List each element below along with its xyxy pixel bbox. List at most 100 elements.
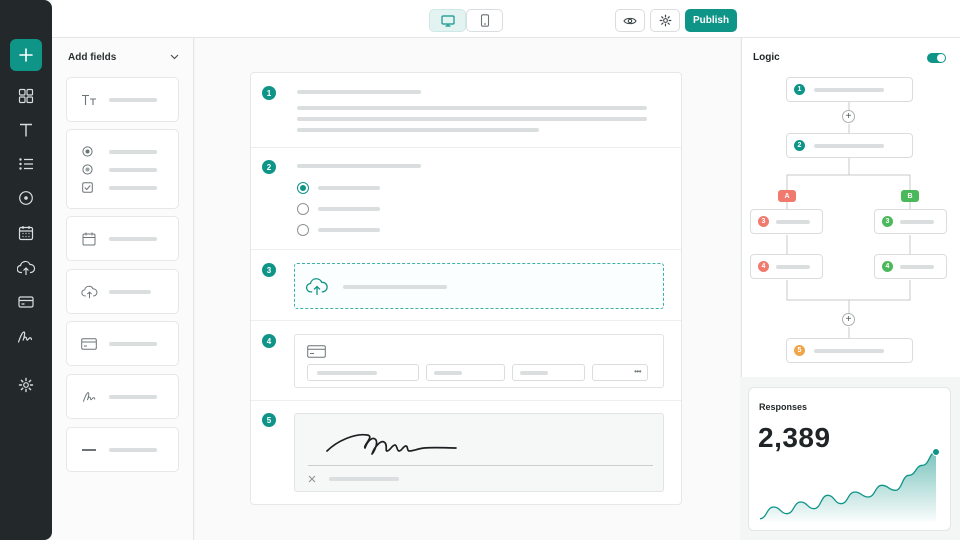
section-number: 1 <box>262 86 276 100</box>
logic-node-b4[interactable]: 4 <box>874 254 947 279</box>
node-number: 1 <box>794 84 805 95</box>
node-placeholder <box>814 349 884 353</box>
card-icon <box>18 296 34 308</box>
upload-icon <box>81 285 98 299</box>
card-number-input[interactable] <box>307 364 419 381</box>
field-text[interactable] <box>66 77 179 122</box>
sparkline-area <box>760 452 936 522</box>
rail-choice[interactable] <box>10 182 42 214</box>
field-date[interactable] <box>66 216 179 261</box>
settings-button[interactable] <box>650 9 680 32</box>
publish-button[interactable]: Publish <box>685 9 737 32</box>
field-divider[interactable] <box>66 427 179 472</box>
mobile-view-button[interactable] <box>466 9 503 32</box>
node-number: 3 <box>758 216 769 227</box>
field-choice[interactable] <box>66 129 179 209</box>
rail-date[interactable] <box>10 217 42 249</box>
logic-node-5[interactable]: 5 <box>786 338 913 363</box>
node-placeholder <box>814 88 884 92</box>
placeholder-line <box>109 237 157 241</box>
section-number: 2 <box>262 160 276 174</box>
section-number: 3 <box>262 263 276 277</box>
plus-icon <box>19 48 33 62</box>
logic-node-1[interactable]: 1 <box>786 77 913 102</box>
rail-payment[interactable] <box>10 286 42 318</box>
placeholder-line <box>109 290 151 294</box>
card-icon <box>307 345 326 358</box>
rail-upload[interactable] <box>10 252 42 284</box>
settings-icon <box>18 377 34 393</box>
expiry-input[interactable] <box>426 364 505 381</box>
placeholder-line <box>109 168 157 172</box>
node-placeholder <box>776 220 810 224</box>
radio-option[interactable] <box>297 224 309 236</box>
upload-cloud-icon <box>306 278 328 295</box>
responses-card: Responses 2,389 <box>748 387 951 531</box>
radio-option[interactable] <box>297 203 309 215</box>
add-step-button[interactable]: + <box>842 313 855 326</box>
node-number: 2 <box>794 140 805 151</box>
calendar-icon <box>18 226 34 241</box>
preview-button[interactable] <box>615 9 645 32</box>
form-section-text[interactable]: 1 <box>251 73 681 148</box>
logic-node-a3[interactable]: 3 <box>750 209 823 234</box>
payment-box: ••• <box>294 334 664 388</box>
logic-node-2[interactable]: 2 <box>786 133 913 158</box>
rail-text[interactable] <box>10 114 42 146</box>
placeholder-line <box>109 448 157 452</box>
desktop-view-button[interactable] <box>429 9 466 32</box>
placeholder-line <box>109 342 157 346</box>
node-placeholder <box>900 220 934 224</box>
field-upload[interactable] <box>66 269 179 314</box>
section-number: 4 <box>262 334 276 348</box>
node-number: 4 <box>882 261 893 272</box>
text-placeholder <box>297 128 539 132</box>
chevron-down-icon[interactable] <box>170 54 179 60</box>
signature-icon <box>82 392 96 402</box>
placeholder-line <box>109 395 157 399</box>
field-signature[interactable] <box>66 374 179 419</box>
rail-list[interactable] <box>10 148 42 180</box>
signature-icon <box>17 331 33 343</box>
question-placeholder <box>297 90 421 94</box>
rail-signature[interactable] <box>10 321 42 353</box>
upload-dropzone[interactable] <box>294 263 664 309</box>
form-section-payment[interactable]: 4 ••• <box>251 321 681 401</box>
text-icon <box>20 123 32 137</box>
more-icon: ••• <box>634 367 641 376</box>
node-placeholder <box>900 265 934 269</box>
form-section-upload[interactable]: 3 <box>251 250 681 321</box>
dropzone-placeholder <box>343 285 447 289</box>
placeholder-line <box>109 186 157 190</box>
placeholder-line <box>109 150 157 154</box>
cvc-input[interactable] <box>512 364 585 381</box>
sparkline-end-point <box>932 448 940 456</box>
desktop-icon <box>440 14 455 27</box>
eye-icon <box>623 17 637 24</box>
option-placeholder <box>318 228 380 232</box>
option-placeholder <box>318 186 380 190</box>
text-placeholder <box>297 117 647 121</box>
clear-icon[interactable] <box>308 475 316 483</box>
add-button[interactable] <box>10 39 42 71</box>
radio-icon <box>82 146 93 157</box>
card-icon <box>81 338 97 350</box>
logic-panel: Logic 1 + 2 A B 3 3 4 4 + 5 <box>741 38 960 377</box>
field-payment[interactable] <box>66 321 179 366</box>
list-icon <box>19 158 33 170</box>
signature-pad[interactable] <box>294 413 664 492</box>
add-step-button[interactable]: + <box>842 110 855 123</box>
rail-settings[interactable] <box>10 369 42 401</box>
logic-node-a4[interactable]: 4 <box>750 254 823 279</box>
divider-icon <box>82 449 96 451</box>
more-options[interactable]: ••• <box>592 364 648 381</box>
logic-node-b3[interactable]: 3 <box>874 209 947 234</box>
node-placeholder <box>776 265 810 269</box>
form-section-signature[interactable]: 5 <box>251 401 681 505</box>
form-section-choice[interactable]: 2 <box>251 148 681 250</box>
upload-icon <box>17 260 35 275</box>
rail-layout[interactable] <box>10 80 42 112</box>
text-placeholder <box>297 106 647 110</box>
radio-option-selected[interactable] <box>297 182 309 194</box>
radio-icon <box>82 164 93 175</box>
